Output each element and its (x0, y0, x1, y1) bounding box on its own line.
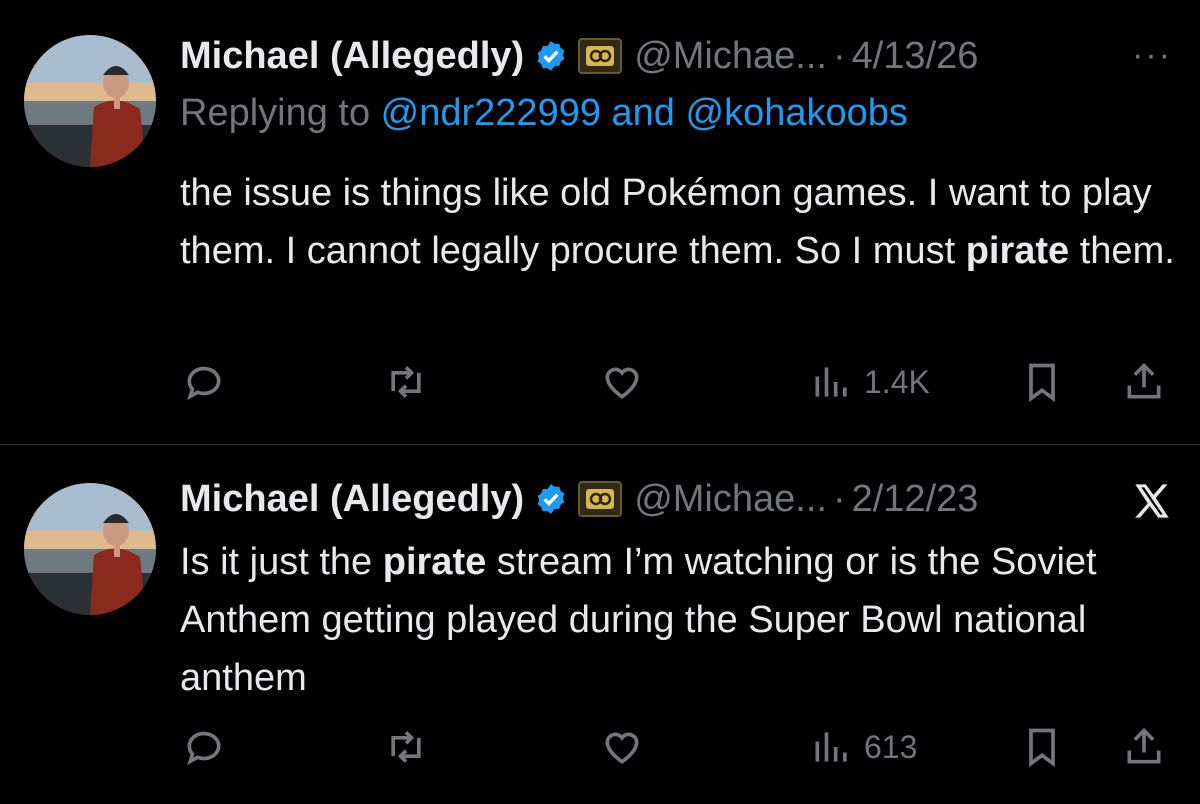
like-icon (605, 367, 639, 399)
author-handle[interactable]: @Michae... (634, 478, 827, 521)
affiliate-badge-icon[interactable] (578, 481, 623, 517)
bookmark-icon (1029, 363, 1055, 403)
affiliate-logo-icon (586, 46, 615, 66)
author-name[interactable]: Michael (Allegedly) (180, 478, 524, 521)
views-button[interactable]: 1.4K (810, 352, 930, 412)
tweet-text-part: Is it just the (180, 541, 383, 583)
tweet-actions: 1.4K (180, 352, 1180, 412)
verified-badge-icon (537, 41, 565, 71)
x-logo-icon (1135, 484, 1169, 518)
bookmark-icon (1029, 728, 1055, 768)
retweet-icon (391, 731, 421, 763)
avatar[interactable] (24, 35, 156, 167)
views-icon (815, 367, 847, 397)
avatar-photo (24, 483, 156, 615)
views-count: 613 (864, 728, 918, 765)
affiliate-badge-icon[interactable] (578, 38, 623, 74)
like-button[interactable] (600, 717, 644, 777)
tweet-header: Michael (Allegedly) @Michae... · 4/13/26 (180, 30, 1180, 82)
share-button[interactable] (1122, 717, 1166, 777)
tweet-actions: 613 (180, 717, 1180, 777)
views-button[interactable]: 613 (810, 717, 917, 777)
reply-button[interactable] (182, 352, 226, 412)
tweet-text-bold: pirate (382, 541, 487, 583)
tweet[interactable]: Michael (Allegedly) @Michae... · 4/13/26… (0, 0, 1200, 445)
bookmark-button[interactable] (1020, 352, 1064, 412)
share-icon (1127, 727, 1161, 764)
retweet-button[interactable] (384, 717, 428, 777)
share-button[interactable] (1122, 352, 1166, 412)
verified-badge-icon (537, 484, 565, 514)
avatar-photo (24, 35, 156, 167)
replying-to-mentions[interactable]: @ndr222999 and @kohakoobs (381, 92, 908, 134)
separator: · (832, 34, 846, 77)
reply-icon (187, 731, 221, 766)
views-icon (815, 732, 847, 762)
tweet-text-part: them. (1069, 230, 1175, 272)
bookmark-button[interactable] (1020, 717, 1064, 777)
reply-button[interactable] (182, 717, 226, 777)
tweet-text: the issue is things like old Pokémon gam… (180, 164, 1180, 280)
avatar[interactable] (24, 483, 156, 615)
tweet-text-bold: pirate (965, 230, 1070, 272)
retweet-button[interactable] (384, 352, 428, 412)
share-icon (1127, 362, 1161, 399)
views-count: 1.4K (864, 363, 930, 400)
like-icon (605, 732, 639, 764)
tweet-date[interactable]: 2/12/23 (852, 478, 979, 521)
separator: · (832, 477, 846, 520)
author-handle[interactable]: @Michae... (634, 35, 827, 78)
tweet[interactable]: Michael (Allegedly) @Michae... · 2/12/23… (0, 445, 1200, 804)
author-name[interactable]: Michael (Allegedly) (180, 35, 524, 78)
affiliate-logo-icon (586, 489, 615, 509)
more-options-icon[interactable]: ··· (1132, 36, 1172, 75)
tweet-header: Michael (Allegedly) @Michae... · 2/12/23 (180, 473, 1180, 525)
tweet-text: Is it just the pirate stream I’m watchin… (180, 533, 1180, 707)
replying-to-prefix: Replying to (180, 92, 381, 134)
like-button[interactable] (600, 352, 644, 412)
reply-icon (187, 366, 221, 401)
tweet-date[interactable]: 4/13/26 (852, 35, 979, 78)
retweet-icon (391, 366, 421, 398)
replying-to: Replying to @ndr222999 and @kohakoobs (180, 92, 908, 135)
